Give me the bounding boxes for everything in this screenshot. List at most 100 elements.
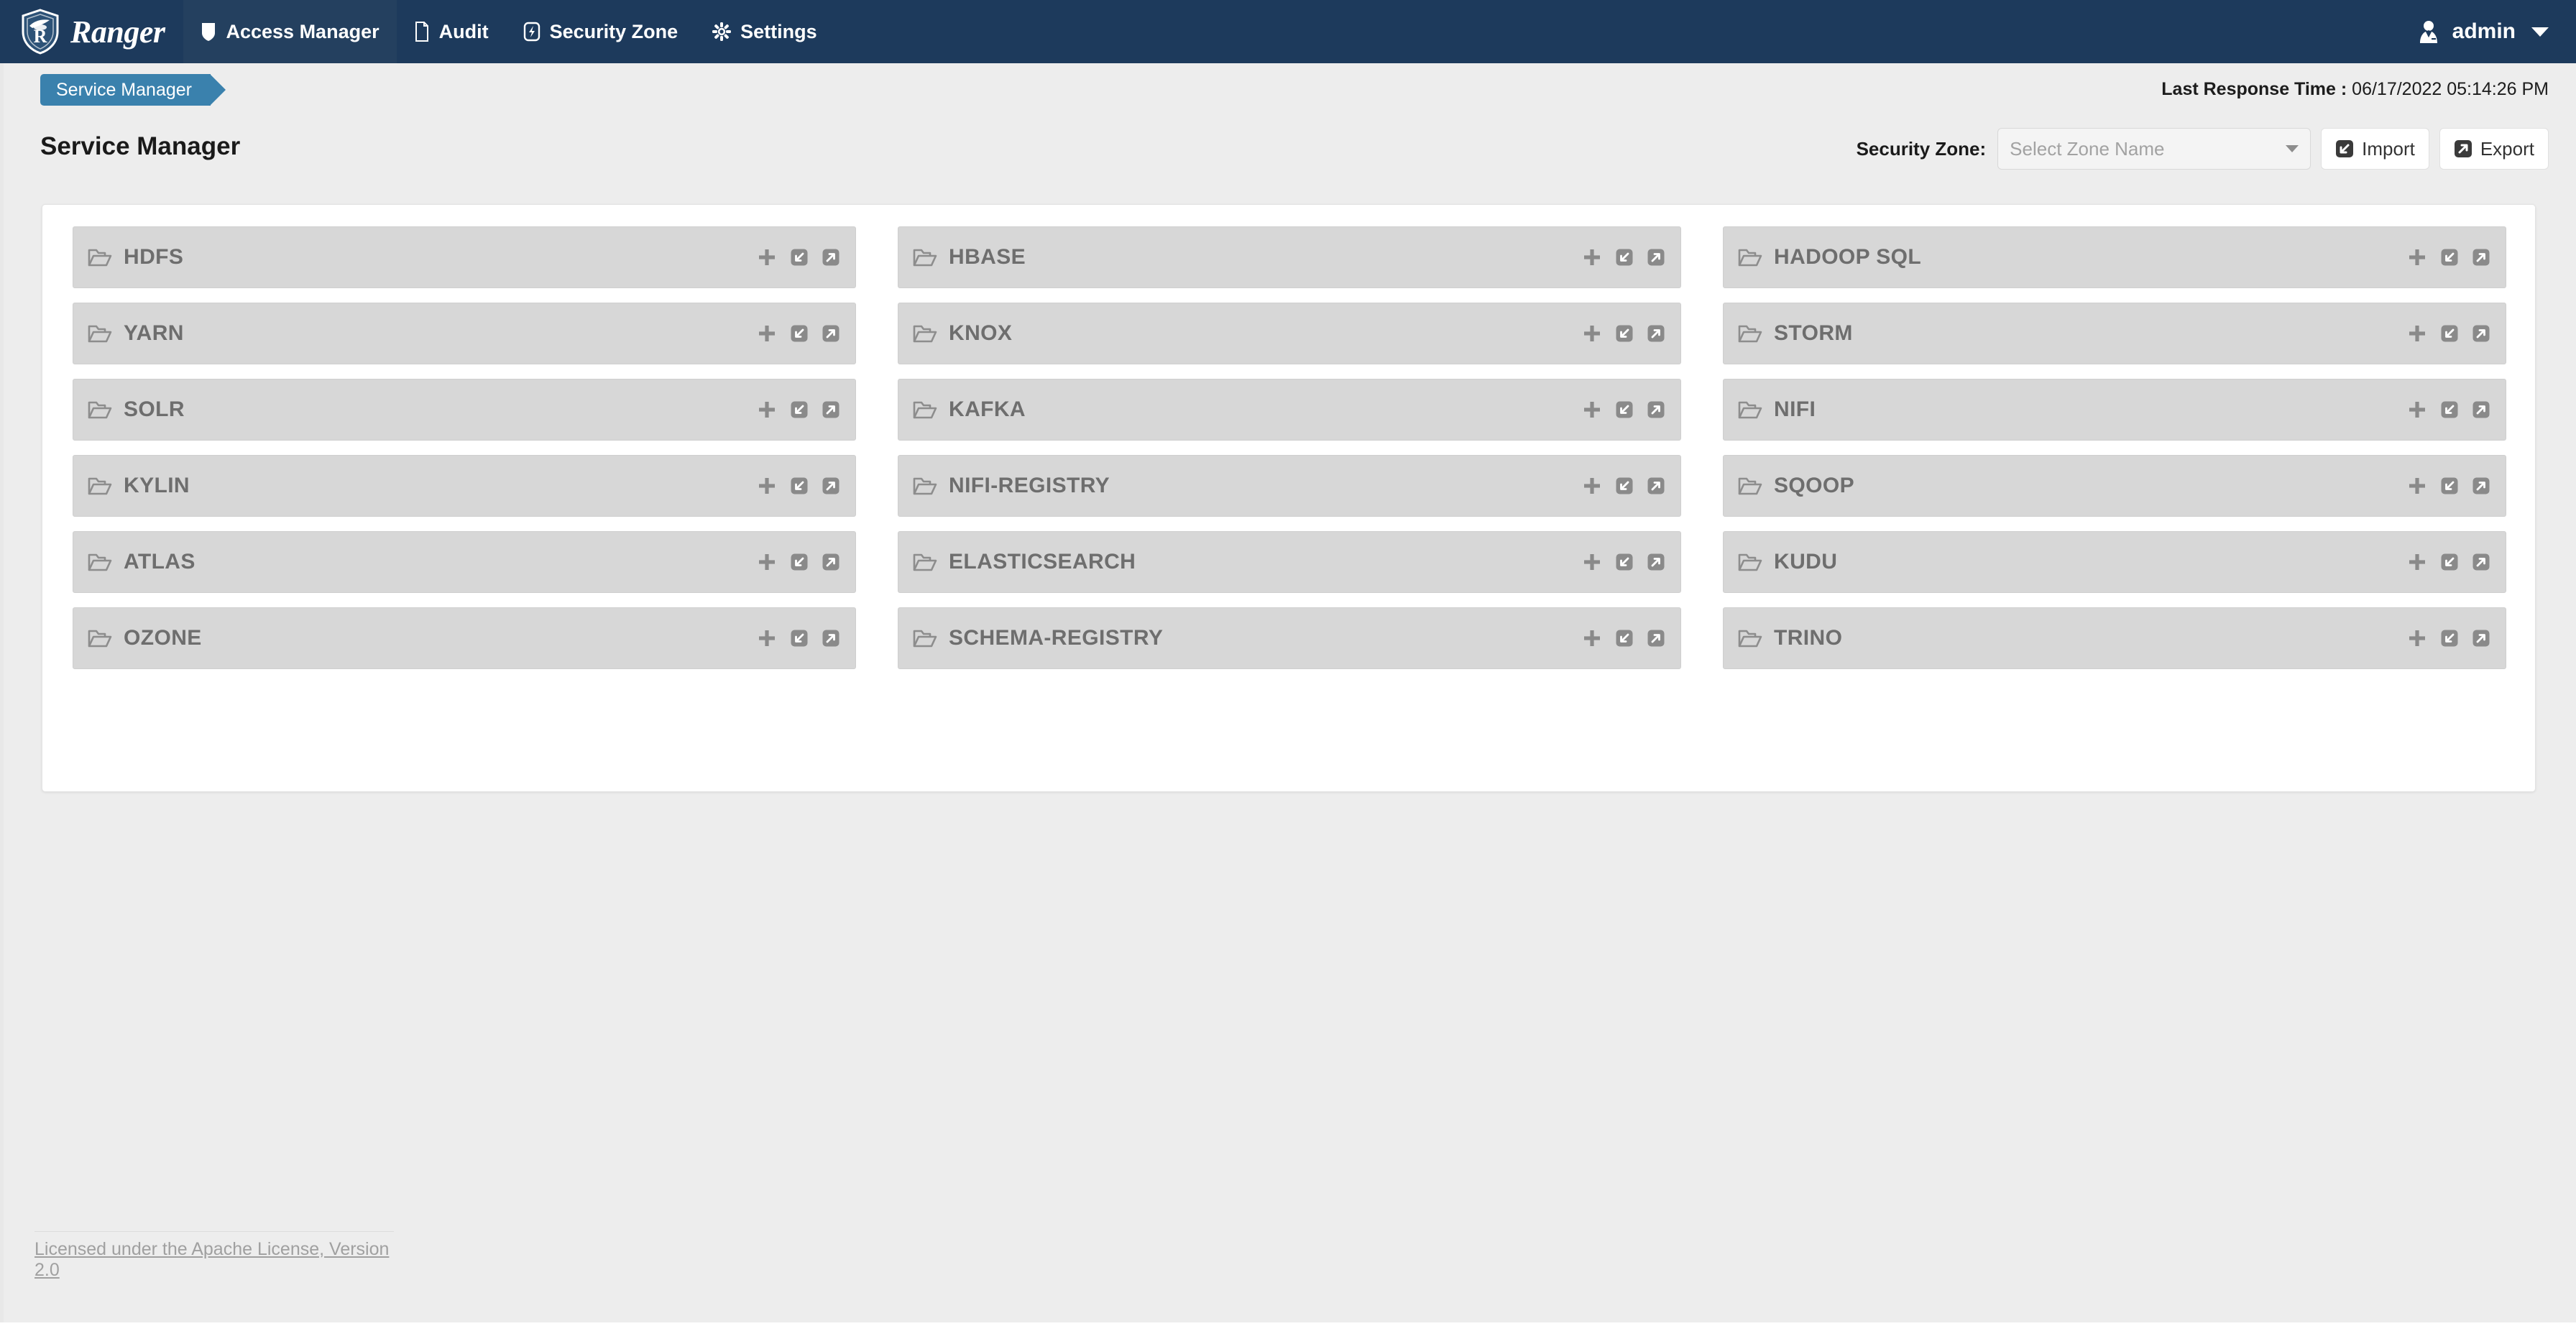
- service-manager-card: HDFS HBASE HADOOP SQL YARN KNOX STORM SOLR KAFK…: [42, 204, 2536, 792]
- import-service-button[interactable]: [2441, 249, 2458, 266]
- export-service-button[interactable]: [1647, 477, 1665, 494]
- breadcrumb[interactable]: Service Manager: [40, 74, 226, 106]
- add-service-button[interactable]: [1583, 629, 1601, 648]
- add-service-button[interactable]: [2408, 400, 2426, 419]
- service-row[interactable]: HBASE: [898, 226, 1681, 288]
- add-service-button[interactable]: [2408, 629, 2426, 648]
- license-link[interactable]: Licensed under the Apache License, Versi…: [34, 1239, 389, 1280]
- service-row[interactable]: SCHEMA-REGISTRY: [898, 607, 1681, 669]
- export-service-button[interactable]: [822, 553, 840, 571]
- export-service-button[interactable]: [2472, 325, 2490, 342]
- service-row[interactable]: ATLAS: [73, 531, 856, 593]
- import-service-button[interactable]: [2441, 325, 2458, 342]
- export-service-button[interactable]: [2472, 630, 2490, 647]
- export-service-button[interactable]: [822, 401, 840, 418]
- service-actions: [1583, 553, 1665, 571]
- import-service-button[interactable]: [2441, 477, 2458, 494]
- service-row[interactable]: NIFI: [1723, 379, 2506, 441]
- export-service-button[interactable]: [2472, 477, 2490, 494]
- add-service-button[interactable]: [1583, 477, 1601, 495]
- import-button[interactable]: Import: [2321, 128, 2429, 170]
- service-actions: [1583, 629, 1665, 648]
- service-actions: [758, 324, 840, 343]
- add-service-button[interactable]: [758, 629, 776, 648]
- open-folder-icon: [88, 400, 112, 420]
- import-service-button[interactable]: [1616, 630, 1633, 647]
- service-row[interactable]: HDFS: [73, 226, 856, 288]
- import-service-button[interactable]: [791, 249, 808, 266]
- brand-name: Ranger: [70, 14, 165, 50]
- add-service-button[interactable]: [2408, 248, 2426, 267]
- add-service-button[interactable]: [2408, 553, 2426, 571]
- add-service-button[interactable]: [758, 248, 776, 267]
- service-row[interactable]: KUDU: [1723, 531, 2506, 593]
- export-service-button[interactable]: [1647, 630, 1665, 647]
- add-service-button[interactable]: [758, 324, 776, 343]
- import-service-button[interactable]: [2441, 553, 2458, 571]
- add-service-button[interactable]: [758, 553, 776, 571]
- export-service-button[interactable]: [2472, 401, 2490, 418]
- import-service-button[interactable]: [2441, 401, 2458, 418]
- open-folder-icon: [88, 476, 112, 496]
- export-button[interactable]: Export: [2439, 128, 2549, 170]
- add-service-button[interactable]: [1583, 400, 1601, 419]
- nav-item-access-manager[interactable]: Access Manager: [183, 0, 397, 63]
- nav-item-settings[interactable]: Settings: [695, 0, 834, 63]
- import-service-button[interactable]: [791, 477, 808, 494]
- service-row[interactable]: HADOOP SQL: [1723, 226, 2506, 288]
- add-service-button[interactable]: [2408, 324, 2426, 343]
- service-row[interactable]: OZONE: [73, 607, 856, 669]
- export-service-button[interactable]: [2472, 553, 2490, 571]
- user-menu[interactable]: admin: [2416, 0, 2576, 63]
- service-actions: [2408, 400, 2490, 419]
- export-service-button[interactable]: [1647, 553, 1665, 571]
- brand-logo[interactable]: R Ranger: [0, 0, 183, 63]
- security-zone-select[interactable]: Select Zone Name: [1997, 128, 2312, 170]
- export-service-button[interactable]: [1647, 249, 1665, 266]
- service-row[interactable]: YARN: [73, 303, 856, 364]
- import-service-button[interactable]: [791, 401, 808, 418]
- add-service-button[interactable]: [1583, 553, 1601, 571]
- service-actions: [1583, 324, 1665, 343]
- add-service-button[interactable]: [2408, 477, 2426, 495]
- service-actions: [1583, 400, 1665, 419]
- import-service-button[interactable]: [1616, 553, 1633, 571]
- export-service-button[interactable]: [2472, 249, 2490, 266]
- nav-item-audit[interactable]: Audit: [397, 0, 506, 63]
- service-row[interactable]: SOLR: [73, 379, 856, 441]
- add-service-button[interactable]: [1583, 248, 1601, 267]
- nav-item-security-zone[interactable]: Security Zone: [506, 0, 696, 63]
- add-service-button[interactable]: [1583, 324, 1601, 343]
- nav-item-label: Settings: [740, 20, 817, 42]
- service-row[interactable]: KNOX: [898, 303, 1681, 364]
- add-service-button[interactable]: [758, 477, 776, 495]
- service-row[interactable]: ELASTICSEARCH: [898, 531, 1681, 593]
- import-service-button[interactable]: [2441, 630, 2458, 647]
- export-service-button[interactable]: [822, 249, 840, 266]
- import-service-button[interactable]: [1616, 477, 1633, 494]
- svg-text:R: R: [34, 26, 47, 47]
- import-service-button[interactable]: [791, 325, 808, 342]
- service-row[interactable]: KYLIN: [73, 455, 856, 517]
- import-service-button[interactable]: [1616, 249, 1633, 266]
- export-service-button[interactable]: [822, 325, 840, 342]
- service-actions: [2408, 553, 2490, 571]
- import-service-button[interactable]: [1616, 325, 1633, 342]
- service-row[interactable]: KAFKA: [898, 379, 1681, 441]
- import-service-button[interactable]: [791, 630, 808, 647]
- add-service-button[interactable]: [758, 400, 776, 419]
- service-row[interactable]: STORM: [1723, 303, 2506, 364]
- service-name: HBASE: [949, 245, 1026, 269]
- service-row[interactable]: SQOOP: [1723, 455, 2506, 517]
- service-name: KNOX: [949, 321, 1013, 345]
- service-row[interactable]: TRINO: [1723, 607, 2506, 669]
- export-service-button[interactable]: [1647, 401, 1665, 418]
- export-service-button[interactable]: [822, 477, 840, 494]
- import-service-button[interactable]: [791, 553, 808, 571]
- service-manager-page: R Ranger Access Manager Audit Security Z…: [0, 0, 2576, 1344]
- export-service-button[interactable]: [1647, 325, 1665, 342]
- import-service-button[interactable]: [1616, 401, 1633, 418]
- open-folder-icon: [1738, 400, 1762, 420]
- export-service-button[interactable]: [822, 630, 840, 647]
- service-row[interactable]: NIFI-REGISTRY: [898, 455, 1681, 517]
